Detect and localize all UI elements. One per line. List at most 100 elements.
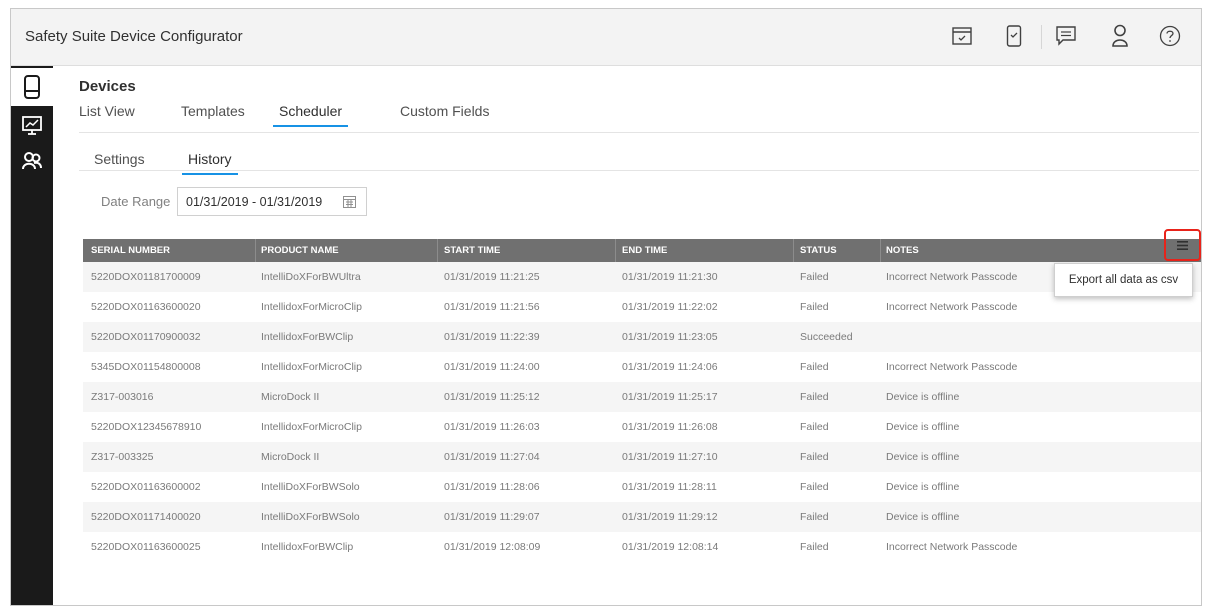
screen-check-icon[interactable] (949, 23, 975, 49)
table-row[interactable]: 5345DOX01154800008 IntellidoxForMicroClip… (83, 352, 1201, 382)
cell-serial-number: 5220DOX01163600020 (91, 301, 201, 313)
cell-serial-number: Z317-003325 (91, 451, 154, 463)
tab-list-view[interactable]: List View (79, 103, 135, 125)
help-icon[interactable] (1157, 23, 1183, 49)
cell-start-time: 01/31/2019 11:28:06 (444, 481, 540, 493)
cell-serial-number: 5220DOX12345678910 (91, 421, 202, 433)
main-content: Devices List View Templates Scheduler Cu… (53, 66, 1201, 605)
col-end-time[interactable]: END TIME (622, 245, 667, 256)
cell-end-time: 01/31/2019 11:27:10 (622, 451, 718, 463)
device-icon (24, 75, 40, 99)
column-divider (793, 239, 794, 262)
table-row[interactable]: 5220DOX01181700009 IntelliDoXForBWUltra 01… (83, 262, 1201, 292)
cell-product-name: IntellidoxForMicroClip (261, 301, 362, 313)
cell-status: Failed (800, 391, 829, 403)
cell-start-time: 01/31/2019 11:26:03 (444, 421, 540, 433)
col-product-name[interactable]: PRODUCT NAME (261, 245, 339, 256)
menu-icon[interactable] (1177, 241, 1188, 250)
export-menu: Export all data as csv (1054, 263, 1193, 297)
calendar-icon[interactable] (343, 195, 356, 208)
users-group-icon (22, 152, 42, 170)
column-divider (437, 239, 438, 262)
cell-notes: Device is offline (886, 451, 960, 463)
sidebar-item-reports[interactable] (11, 106, 53, 144)
cell-notes: Incorrect Network Passcode (886, 541, 1018, 553)
cell-status: Failed (800, 271, 829, 283)
export-csv-menu-item[interactable]: Export all data as csv (1069, 274, 1178, 286)
table-row[interactable]: 5220DOX01171400020 IntelliDoXForBWSolo 01/… (83, 502, 1201, 532)
column-divider (255, 239, 256, 262)
cell-product-name: IntelliDoXForBWSolo (261, 481, 360, 493)
cell-product-name: IntellidoxForMicroClip (261, 421, 362, 433)
cell-start-time: 01/31/2019 11:29:07 (444, 511, 540, 523)
column-divider (880, 239, 881, 262)
title-bar: Safety Suite Device Configurator (11, 9, 1201, 66)
cell-notes: Device is offline (886, 421, 960, 433)
cell-start-time: 01/31/2019 11:27:04 (444, 451, 540, 463)
table-row[interactable]: 5220DOX01163600002 IntelliDoXForBWSolo 01/… (83, 472, 1201, 502)
cell-serial-number: 5220DOX01171400020 (91, 511, 201, 523)
app-title: Safety Suite Device Configurator (25, 28, 243, 45)
tab-scheduler[interactable]: Scheduler (273, 103, 349, 127)
sidebar-item-devices[interactable] (11, 68, 53, 106)
col-notes[interactable]: NOTES (886, 245, 919, 256)
cell-product-name: IntelliDoXForBWUltra (261, 271, 361, 283)
device-check-icon[interactable] (1001, 23, 1027, 49)
cell-product-name: IntellidoxForMicroClip (261, 361, 362, 373)
cell-end-time: 01/31/2019 11:26:08 (622, 421, 718, 433)
cell-status: Failed (800, 301, 829, 313)
table-row[interactable]: 5220DOX01163600020 IntellidoxForMicroClip… (83, 292, 1201, 322)
app-window: Safety Suite Device Configurator Devices (10, 8, 1202, 606)
tabs-divider (79, 132, 1199, 133)
subtabs-divider (79, 170, 1199, 171)
cell-end-time: 01/31/2019 11:21:30 (622, 271, 718, 283)
table-row[interactable]: 5220DOX12345678910 IntellidoxForMicroClip… (83, 412, 1201, 442)
cell-status: Failed (800, 361, 829, 373)
cell-serial-number: 5220DOX01163600025 (91, 541, 201, 553)
table-row[interactable]: Z317-003325 MicroDock II 01/31/2019 11:27:… (83, 442, 1201, 472)
cell-end-time: 01/31/2019 11:25:17 (622, 391, 718, 403)
sidebar (11, 66, 53, 605)
cell-start-time: 01/31/2019 11:21:56 (444, 301, 540, 313)
table-row[interactable]: 5220DOX01163600025 IntellidoxForBWClip 01/… (83, 532, 1201, 562)
cell-start-time: 01/31/2019 11:25:12 (444, 391, 540, 403)
tab-templates[interactable]: Templates (181, 103, 245, 125)
cell-notes: Device is offline (886, 481, 960, 493)
chat-icon[interactable] (1053, 23, 1079, 49)
cell-status: Failed (800, 451, 829, 463)
cell-serial-number: 5220DOX01163600002 (91, 481, 201, 493)
cell-product-name: MicroDock II (261, 391, 320, 403)
date-range-field[interactable]: 01/31/2019 - 01/31/2019 (177, 187, 367, 216)
cell-end-time: 01/31/2019 11:23:05 (622, 331, 718, 343)
date-range-label: Date Range (101, 194, 171, 209)
col-status[interactable]: STATUS (800, 245, 837, 256)
table-row[interactable]: Z317-003016 MicroDock II 01/31/2019 11:25:… (83, 382, 1201, 412)
table-row[interactable]: 5220DOX01170900032 IntellidoxForBWClip 01/… (83, 322, 1201, 352)
cell-end-time: 01/31/2019 11:28:11 (622, 481, 717, 493)
cell-product-name: IntelliDoXForBWSolo (261, 511, 360, 523)
user-icon[interactable] (1107, 23, 1133, 49)
cell-start-time: 01/31/2019 11:22:39 (444, 331, 540, 343)
cell-notes: Device is offline (886, 511, 960, 523)
cell-start-time: 01/31/2019 11:24:00 (444, 361, 540, 373)
cell-end-time: 01/31/2019 12:08:14 (622, 541, 719, 553)
cell-serial-number: 5345DOX01154800008 (91, 361, 201, 373)
cell-status: Failed (800, 481, 829, 493)
cell-status: Succeeded (800, 331, 853, 343)
cell-status: Failed (800, 421, 829, 433)
subtab-history[interactable]: History (182, 151, 238, 175)
tab-custom-fields[interactable]: Custom Fields (400, 103, 489, 125)
cell-notes: Incorrect Network Passcode (886, 271, 1018, 283)
cell-product-name: MicroDock II (261, 451, 320, 463)
cell-product-name: IntellidoxForBWClip (261, 331, 354, 343)
col-serial-number[interactable]: SERIAL NUMBER (91, 245, 170, 256)
cell-start-time: 01/31/2019 12:08:09 (444, 541, 541, 553)
sidebar-item-users[interactable] (11, 142, 53, 180)
cell-end-time: 01/31/2019 11:29:12 (622, 511, 718, 523)
cell-notes: Device is offline (886, 391, 960, 403)
cell-notes: Incorrect Network Passcode (886, 301, 1018, 313)
column-divider (615, 239, 616, 262)
date-range-value: 01/31/2019 - 01/31/2019 (186, 194, 323, 209)
col-start-time[interactable]: START TIME (444, 245, 500, 256)
cell-serial-number: 5220DOX01170900032 (91, 331, 201, 343)
